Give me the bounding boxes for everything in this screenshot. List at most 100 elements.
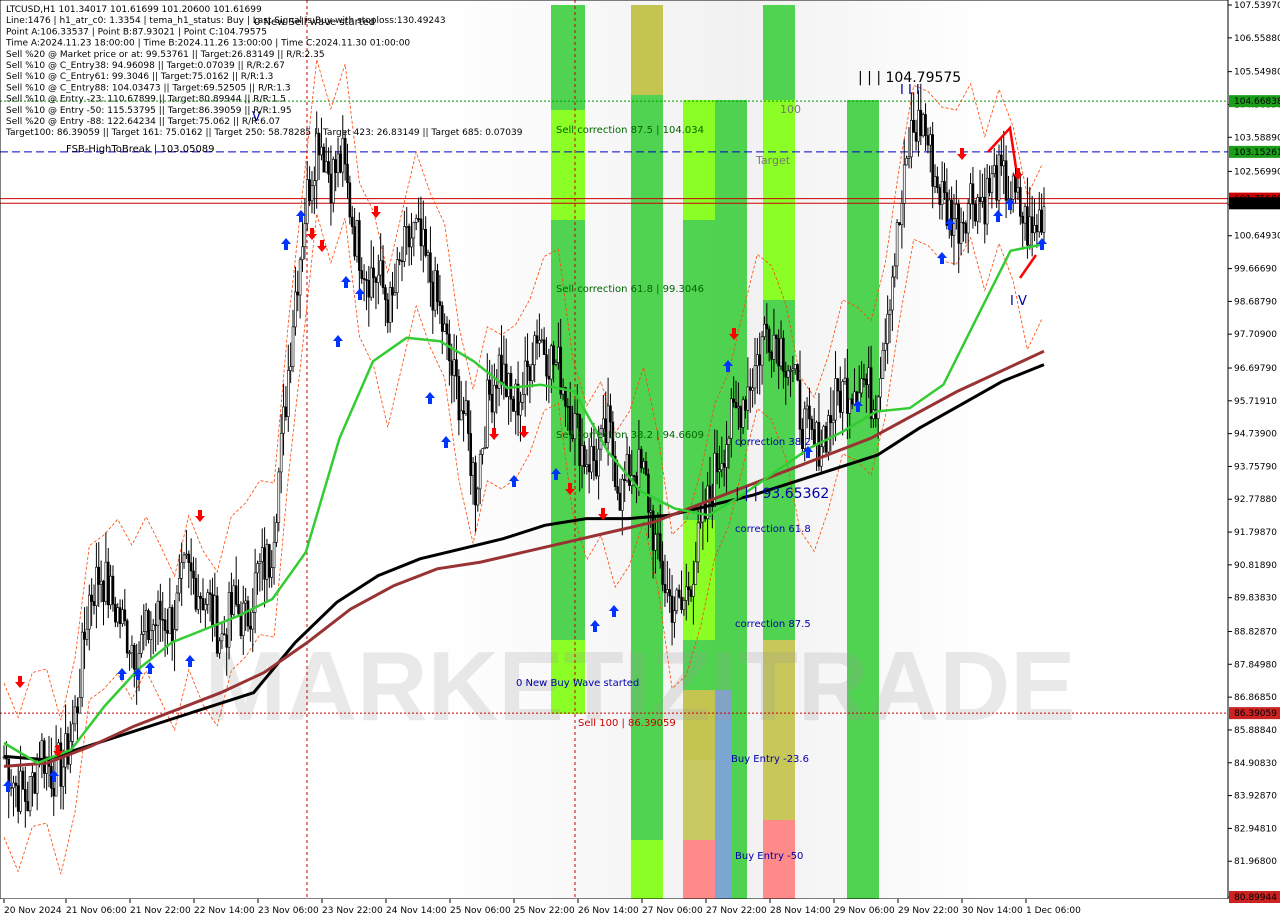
info-line-4: Sell %20 @ Market price or at: 99.53761 … [6,50,325,60]
candle-body [92,601,96,606]
y-tick-label: 94.73900 [1234,430,1277,440]
candle-body [336,153,340,173]
candle-body [1026,206,1029,246]
candle-body [983,196,987,225]
candle-body [192,570,195,579]
candle-body [59,742,63,787]
candle-body [493,384,496,413]
candle-body [26,801,29,812]
candle-body [149,630,153,640]
candle-body [279,432,283,473]
candle-body [391,287,394,296]
candle-body [784,371,788,378]
candle-body [327,161,330,175]
candle-body [538,340,541,344]
candle-body [512,398,515,412]
candle-body [985,177,989,225]
candle-body [831,419,835,424]
candle-body [533,335,536,366]
candle-body [230,592,233,615]
candle-body [997,154,1001,201]
band-g-seg-0 [847,100,879,899]
candle-body [275,522,278,543]
candle-body [206,592,210,605]
candle-body [893,265,897,278]
candle-body [597,448,600,477]
candle-body [822,426,825,448]
candle-body [964,222,968,234]
candle-body [756,354,759,367]
candle-body [848,398,852,414]
candle-body [87,594,91,630]
candle-body [936,176,939,188]
y-tick-label: 103.58890 [1234,133,1280,143]
candle-body [886,314,889,344]
x-tick-label: 21 Nov 06:00 [66,906,127,916]
label-100: 100 [780,103,801,116]
buy-entry-50-label: Buy Entry -50 [735,851,803,862]
candle-body [440,305,444,332]
candle-body [668,589,671,597]
candle-body [433,270,437,311]
candle-body [246,600,250,627]
candle-body [658,533,662,562]
candle-body [789,370,792,372]
candle-body [140,634,143,654]
candle-body [585,464,589,467]
candle-body [523,360,527,395]
y-tick-label: 92.77880 [1234,495,1277,505]
candle-body [995,165,998,201]
y-tick-label: 93.75790 [1234,462,1277,472]
candle-body [1002,160,1006,167]
candle-body [682,600,686,610]
candle-body [365,279,368,281]
candle-body [400,260,404,263]
candle-body [334,159,337,173]
band-c-seg-6 [683,840,715,899]
candle-body [753,365,757,389]
candle-body [748,386,752,391]
candle-body [860,378,863,394]
info-line-11: Target100: 86.39059 || Target 161: 75.01… [5,128,523,138]
candle-body [677,589,681,598]
candle-body [898,222,901,226]
candle-body [251,612,255,630]
candle-body [310,185,314,202]
candle-body [1000,154,1003,167]
candle-body [436,270,439,302]
candle-body [232,585,236,615]
x-tick-label: 1 Dec 06:00 [1026,906,1081,916]
candle-body [272,541,276,568]
y-axis: 107.53970106.55880105.54980104.56890103.… [1228,0,1280,920]
y-tick-label: 107.53970 [1234,1,1280,11]
candle-body [346,163,349,184]
candle-body [720,463,724,471]
candle-body [485,379,489,448]
candle-body [410,237,413,248]
candle-body [481,448,484,455]
candle-body [187,553,191,563]
candle-body [156,600,160,626]
candle-body [673,610,676,623]
info-line-2: Point A:106.33537 | Point B:87.93021 | P… [6,27,267,37]
candle-body [751,387,754,391]
candle-body [348,182,352,218]
candle-body [313,180,316,186]
y-tick-label: 91.79870 [1234,528,1277,538]
candle-body [249,625,252,630]
candle-body [502,363,506,383]
candle-body [471,462,475,476]
candle-body [507,373,510,397]
candle-body [862,378,866,381]
band-b-seg-1 [631,95,663,460]
candle-body [199,596,202,599]
candle-body [722,463,726,468]
candle-body [407,226,411,248]
candle-body [175,592,179,630]
candle-body [73,706,77,725]
candle-body [291,326,295,367]
candle-body [128,652,131,655]
candle-body [296,291,300,296]
candle-body [125,620,129,654]
info-line-5: Sell %10 @ C_Entry38: 94.96098 || Target… [6,61,285,71]
